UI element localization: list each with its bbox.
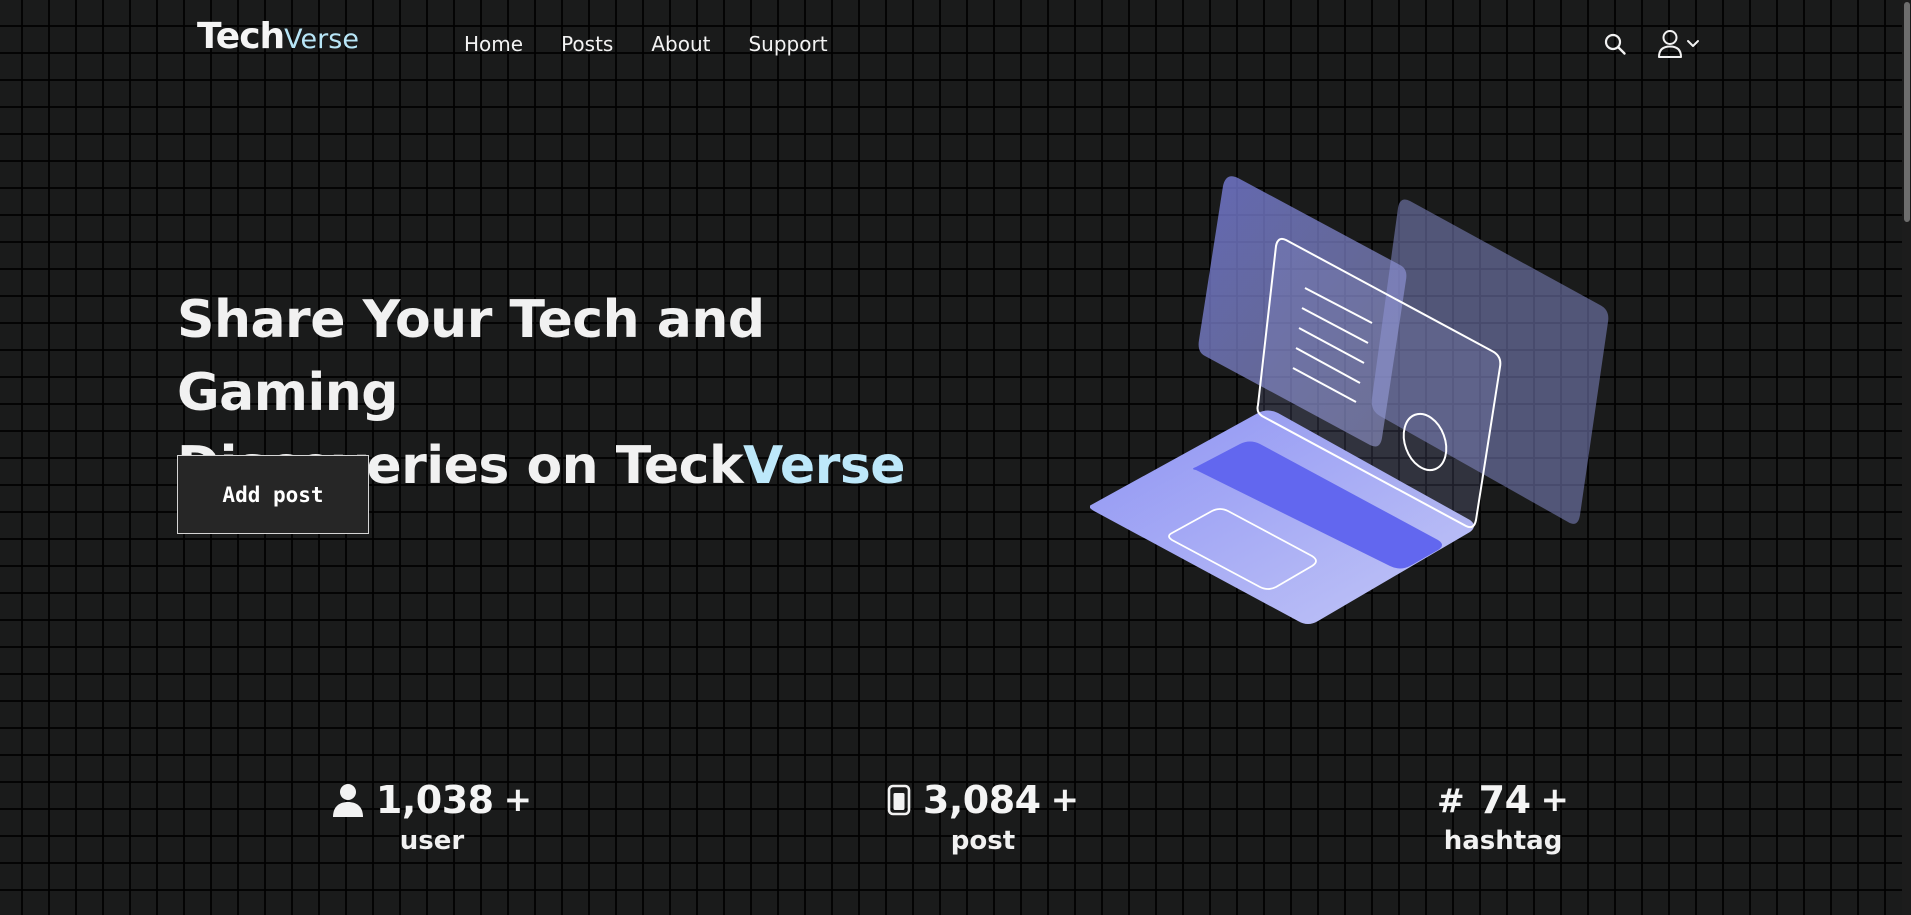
nav-posts-link[interactable]: Posts: [561, 32, 613, 56]
user-icon: [332, 783, 364, 817]
stat-users-value: 1,038: [375, 778, 494, 822]
page: TechVerse Home Posts About Support Share…: [0, 0, 1911, 915]
stat-hashtags-value-row: # 74 +: [1403, 778, 1603, 822]
stat-posts: 3,084 + post: [883, 778, 1083, 856]
stat-posts-value: 3,084: [922, 778, 1041, 822]
stat-posts-label: post: [950, 826, 1016, 856]
logo-accent-text: Verse: [284, 24, 359, 55]
hero-title-accent: Verse: [743, 436, 906, 496]
site-logo[interactable]: TechVerse: [197, 16, 359, 57]
stat-posts-suffix: +: [1050, 780, 1080, 820]
stat-hashtags-value: 74: [1478, 778, 1531, 822]
stat-users-suffix: +: [503, 780, 533, 820]
hero-title-line1: Share Your Tech and Gaming: [177, 290, 765, 423]
user-menu-button[interactable]: [1657, 29, 1701, 59]
nav-home-link[interactable]: Home: [464, 32, 523, 56]
scrollbar[interactable]: [1902, 0, 1911, 915]
stat-users: 1,038 + user: [332, 778, 532, 856]
add-post-button[interactable]: Add post: [177, 455, 369, 534]
nav-about-link[interactable]: About: [651, 32, 710, 56]
stat-hashtags: # 74 + hashtag: [1403, 778, 1603, 856]
search-icon: [1604, 33, 1626, 55]
document-icon: [887, 784, 911, 816]
search-button[interactable]: [1601, 29, 1629, 59]
chevron-down-icon: [1687, 40, 1699, 47]
stat-users-value-row: 1,038 +: [332, 778, 532, 822]
hash-icon: #: [1436, 780, 1465, 820]
header-tools: [1601, 29, 1701, 59]
logo-primary-text: Tech: [197, 16, 285, 57]
nav-support-link[interactable]: Support: [748, 32, 827, 56]
user-icon: [1658, 30, 1682, 58]
laptop-illustration: [1090, 176, 1609, 624]
stat-hashtags-label: hashtag: [1443, 826, 1563, 856]
scrollbar-thumb[interactable]: [1904, 2, 1910, 222]
stat-posts-value-row: 3,084 +: [883, 778, 1083, 822]
stat-users-label: user: [399, 826, 465, 856]
stat-hashtags-suffix: +: [1540, 780, 1570, 820]
main-nav: Home Posts About Support: [464, 32, 828, 56]
